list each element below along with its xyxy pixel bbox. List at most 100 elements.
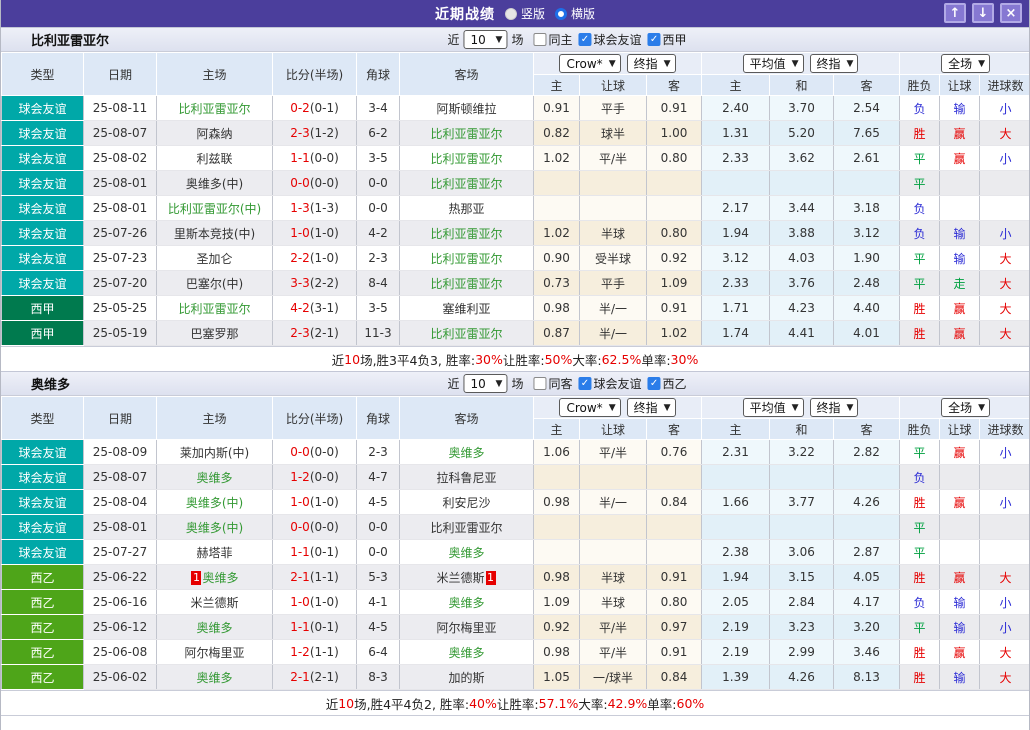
odds-home: 0.82	[534, 121, 580, 146]
odds-away: 0.80	[647, 146, 702, 171]
result-outcome: 负	[900, 96, 940, 121]
odds-company-select[interactable]: Crow*▼	[559, 54, 620, 73]
checkbox-checked-icon[interactable]: ✓	[648, 377, 661, 390]
match-score: 2-1(2-1)	[273, 665, 357, 690]
fulltime-score: 2-2	[290, 251, 310, 265]
odds-company-select[interactable]: Crow*▼	[559, 398, 620, 417]
avg-stage-select[interactable]: 终指▼	[810, 398, 859, 417]
home-team-name: 圣加仑	[196, 252, 232, 266]
result-outcome: 负	[900, 590, 940, 615]
result-goals: 大	[980, 565, 1030, 590]
match-type-badge: 球会友谊	[2, 121, 84, 146]
col-header-score: 比分(半场)	[273, 397, 357, 440]
odds-home: 0.98	[534, 490, 580, 515]
home-team: 奥维多(中)	[157, 490, 273, 515]
result-handicap: 赢	[940, 121, 980, 146]
away-team-name: 阿尔梅里亚	[436, 621, 496, 635]
corner-count: 0-0	[357, 515, 400, 540]
odds-stage-select[interactable]: 终指▼	[627, 54, 676, 73]
odds-away: 0.76	[647, 440, 702, 465]
avg-type-select[interactable]: 平均值▼	[743, 54, 804, 73]
checkbox-checked-icon[interactable]: ✓	[579, 33, 592, 46]
filter-checkbox[interactable]: ✓西乙	[648, 375, 687, 392]
result-goals: 大	[980, 121, 1030, 146]
home-team: 奥维多	[157, 665, 273, 690]
filter-checkbox[interactable]: ✓球会友谊	[579, 375, 642, 392]
match-score: 1-2(0-0)	[273, 465, 357, 490]
checkbox-checked-icon[interactable]: ✓	[648, 33, 661, 46]
checkbox-unchecked-icon[interactable]	[533, 377, 546, 390]
scope-select[interactable]: 全场▼	[941, 54, 990, 73]
match-row: 西乙25-06-12奥维多1-1(0-1)4-5阿尔梅里亚0.92平/半0.97…	[2, 615, 1030, 640]
result-goals: 小	[980, 490, 1030, 515]
filter-checkbox[interactable]: 同客	[533, 375, 572, 392]
match-row: 西乙25-06-16米兰德斯1-0(1-0)4-1奥维多1.09半球0.802.…	[2, 590, 1030, 615]
team-name: 奥维多	[31, 374, 70, 393]
result-handicap	[940, 196, 980, 221]
avg-draw: 2.99	[770, 640, 834, 665]
move-down-button[interactable]: ↓	[972, 3, 994, 23]
move-up-button[interactable]: ↑	[944, 3, 966, 23]
away-team-name: 比利亚雷亚尔	[430, 227, 502, 241]
match-row: 球会友谊25-07-26里斯本竞技(中)1-0(1-0)4-2比利亚雷亚尔1.0…	[2, 221, 1030, 246]
summary-bar: 近10场,胜4平4负2, 胜率:40% 让胜率:57.1% 大率:42.9% 单…	[1, 690, 1029, 716]
home-team: 比利亚雷亚尔(中)	[157, 196, 273, 221]
radio-icon[interactable]	[555, 8, 567, 20]
odds-away	[647, 540, 702, 565]
match-type-badge: 西乙	[2, 590, 84, 615]
corner-count: 6-2	[357, 121, 400, 146]
recent-count-select[interactable]: 10▼	[463, 374, 507, 393]
avg-draw: 2.84	[770, 590, 834, 615]
filter-checkbox[interactable]: ✓西甲	[648, 31, 687, 48]
filter-checkbox[interactable]: 同主	[533, 31, 572, 48]
avg-away: 2.54	[834, 96, 900, 121]
chevron-down-icon: ▼	[609, 59, 616, 69]
result-handicap: 赢	[940, 146, 980, 171]
avg-home	[702, 515, 770, 540]
avg-home: 2.38	[702, 540, 770, 565]
home-team-name: 奥维多	[202, 571, 238, 585]
away-team-name: 比利亚雷亚尔	[430, 521, 502, 535]
layout-radio-horizontal[interactable]: 横版	[555, 5, 595, 22]
scope-select[interactable]: 全场▼	[941, 398, 990, 417]
filter-checkbox-label: 西乙	[663, 375, 687, 392]
match-row: 球会友谊25-07-27赫塔菲1-1(0-1)0-0奥维多2.383.062.8…	[2, 540, 1030, 565]
corner-count: 0-0	[357, 196, 400, 221]
layout-radio-vertical[interactable]: 竖版	[505, 5, 545, 22]
avg-away: 4.40	[834, 296, 900, 321]
match-row: 球会友谊25-08-02利兹联1-1(0-0)3-5比利亚雷亚尔1.02平/半0…	[2, 146, 1030, 171]
fulltime-score: 1-1	[290, 545, 310, 559]
result-outcome: 胜	[900, 565, 940, 590]
odds-stage-select[interactable]: 终指▼	[627, 398, 676, 417]
match-date: 25-08-11	[84, 96, 157, 121]
summary-text: 单率:	[647, 694, 676, 713]
summary-text: 近	[332, 350, 345, 369]
chevron-down-icon: ▼	[978, 59, 985, 69]
odds-away: 0.91	[647, 640, 702, 665]
halftime-score: (0-0)	[310, 151, 339, 165]
odds-handicap	[580, 465, 647, 490]
odds-handicap: 半球	[580, 590, 647, 615]
result-goals: 大	[980, 321, 1030, 346]
odds-away: 1.00	[647, 121, 702, 146]
checkbox-unchecked-icon[interactable]	[533, 33, 546, 46]
radio-icon[interactable]	[505, 8, 517, 20]
away-team: 比利亚雷亚尔	[400, 271, 534, 296]
avg-draw: 3.44	[770, 196, 834, 221]
halftime-score: (1-1)	[310, 570, 339, 584]
col-header-corner: 角球	[357, 397, 400, 440]
avg-type-select[interactable]: 平均值▼	[743, 398, 804, 417]
recent-count-select[interactable]: 10▼	[463, 30, 507, 49]
filter-checkbox[interactable]: ✓球会友谊	[579, 31, 642, 48]
avg-away: 3.12	[834, 221, 900, 246]
home-team-name: 奥维多	[196, 671, 232, 685]
away-team: 奥维多	[400, 640, 534, 665]
summary-text: 40%	[469, 696, 497, 711]
summary-text: 让胜率:	[503, 350, 545, 369]
sub-header-handicap-result: 让球	[940, 75, 980, 96]
avg-draw: 3.23	[770, 615, 834, 640]
checkbox-checked-icon[interactable]: ✓	[579, 377, 592, 390]
close-button[interactable]: ×	[1000, 3, 1022, 23]
avg-stage-select[interactable]: 终指▼	[810, 54, 859, 73]
home-team-name: 里斯本竞技(中)	[174, 227, 255, 241]
